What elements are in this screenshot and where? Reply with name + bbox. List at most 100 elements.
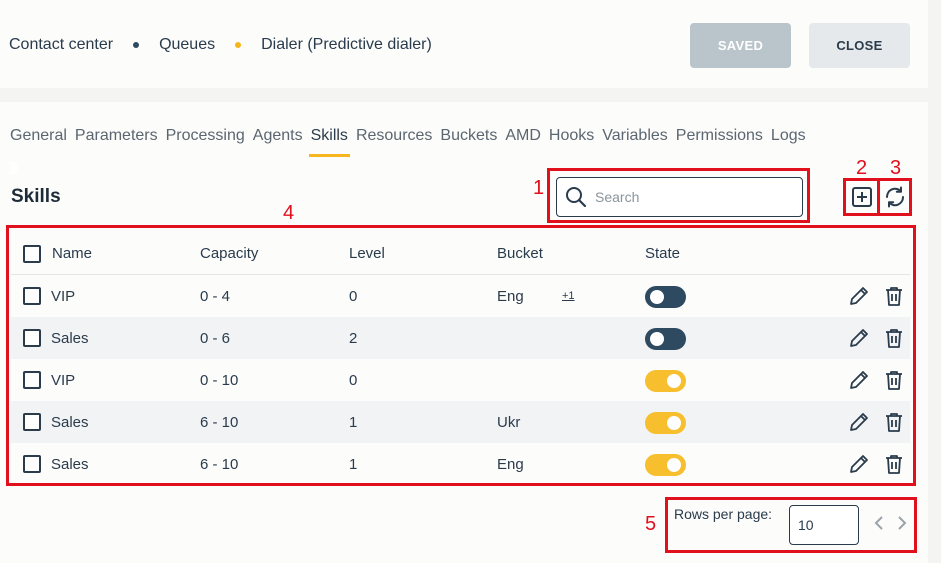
delete-button[interactable] [883,453,905,479]
edit-button[interactable] [848,453,870,479]
pencil-icon [850,329,868,347]
annotation-label-4: 4 [283,202,295,224]
breadcrumb-item-contact-center[interactable]: Contact center [9,36,113,54]
pencil-icon [850,455,868,473]
table-row[interactable]: Sales 6 - 10 1 Ukr [11,401,910,443]
table-row[interactable]: VIP 0 - 10 0 [11,359,910,401]
toggle-knob [650,290,664,304]
tab-skills[interactable]: Skills [308,127,351,157]
tab-resources[interactable]: Resources [356,127,432,145]
trash-icon [886,413,902,432]
rows-per-page-input[interactable]: 10 [789,505,859,545]
skill-level: 1 [349,413,358,431]
breadcrumb-separator-dot [235,42,242,48]
row-checkbox[interactable] [23,455,41,473]
pencil-icon [850,287,868,305]
skill-bucket: Ukr [497,413,521,431]
table-header-row: Name Capacity Level Bucket State [11,233,910,275]
table-row[interactable]: VIP 0 - 4 0 Eng +1 [11,275,910,317]
trash-icon [886,371,902,390]
state-toggle[interactable] [645,328,686,350]
bucket-more-link[interactable]: +1 [562,290,575,302]
row-checkbox[interactable] [23,413,41,431]
tab-permissions[interactable]: Permissions [676,127,763,145]
search-icon [566,187,587,208]
trash-icon [886,329,902,348]
trash-icon [886,287,902,306]
toggle-knob [650,332,664,346]
skill-capacity: 6 - 10 [200,413,239,431]
skill-level: 0 [349,371,358,389]
tab-agents[interactable]: Agents [253,127,303,145]
prev-page-button[interactable] [873,515,885,536]
delete-button[interactable] [883,369,905,395]
table-row[interactable]: Sales 0 - 6 2 [11,317,910,359]
delete-button[interactable] [883,327,905,353]
tab-buckets[interactable]: Buckets [440,127,497,145]
refresh-button[interactable] [883,185,907,209]
skill-capacity: 6 - 10 [200,455,239,473]
close-button[interactable]: CLOSE [809,23,910,68]
select-all-checkbox[interactable] [23,244,41,263]
column-header-state: State [645,245,681,262]
skill-name: VIP [51,371,76,389]
search-box[interactable] [556,177,803,217]
edit-button[interactable] [848,285,870,311]
skills-table: Name Capacity Level Bucket State VIP 0 -… [11,233,910,485]
page-header: Contact center Queues Dialer (Predictive… [0,0,928,88]
tab-general[interactable]: General [10,127,67,145]
table-row[interactable]: Sales 6 - 10 1 Eng [11,443,910,485]
row-checkbox[interactable] [23,329,41,347]
saved-button[interactable]: SAVED [690,23,791,68]
tab-processing[interactable]: Processing [166,127,245,145]
tab-hooks[interactable]: Hooks [549,127,594,145]
tab-variables[interactable]: Variables [602,127,668,145]
tab-logs[interactable]: Logs [771,127,806,145]
section-title: Skills [11,186,61,207]
refresh-icon [885,186,905,208]
skill-name: VIP [51,287,76,305]
tab-bar: General Parameters Processing Agents Ski… [10,127,814,157]
column-header-capacity: Capacity [200,245,259,262]
toggle-knob [667,416,681,430]
search-input[interactable] [595,189,785,205]
skill-level: 0 [349,287,358,305]
breadcrumb-item-dialer: Dialer (Predictive dialer) [261,36,432,53]
skill-bucket: Eng [497,455,524,473]
add-skill-button[interactable] [851,186,873,208]
decorative-mark [10,162,18,174]
tab-amd[interactable]: AMD [505,127,541,145]
skill-capacity: 0 - 6 [200,329,231,347]
skill-name: Sales [51,455,89,473]
tab-parameters[interactable]: Parameters [75,127,158,145]
row-checkbox[interactable] [23,287,41,305]
rows-per-page-label: Rows per page: [674,506,773,522]
state-toggle[interactable] [645,454,686,476]
next-page-button[interactable] [896,515,908,536]
breadcrumb-item-queues[interactable]: Queues [159,36,215,54]
trash-icon [886,455,902,474]
chevron-right-icon [898,516,907,530]
annotation-label-5: 5 [645,513,657,535]
breadcrumb: Contact center Queues Dialer (Predictive… [9,36,432,54]
column-header-name: Name [52,245,93,262]
skill-capacity: 0 - 10 [200,371,239,389]
delete-button[interactable] [883,285,905,311]
toggle-knob [667,374,681,388]
pencil-icon [850,371,868,389]
row-checkbox[interactable] [23,371,41,389]
skill-capacity: 0 - 4 [200,287,231,305]
annotation-label-2: 2 [856,157,868,179]
edit-button[interactable] [848,411,870,437]
toggle-knob [667,458,681,472]
edit-button[interactable] [848,369,870,395]
delete-button[interactable] [883,411,905,437]
state-toggle[interactable] [645,370,686,392]
edit-button[interactable] [848,327,870,353]
annotation-label-1: 1 [533,177,545,199]
state-toggle[interactable] [645,412,686,434]
annotation-label-3: 3 [890,157,902,179]
chevron-left-icon [874,516,883,530]
pencil-icon [850,413,868,431]
state-toggle[interactable] [645,286,686,308]
